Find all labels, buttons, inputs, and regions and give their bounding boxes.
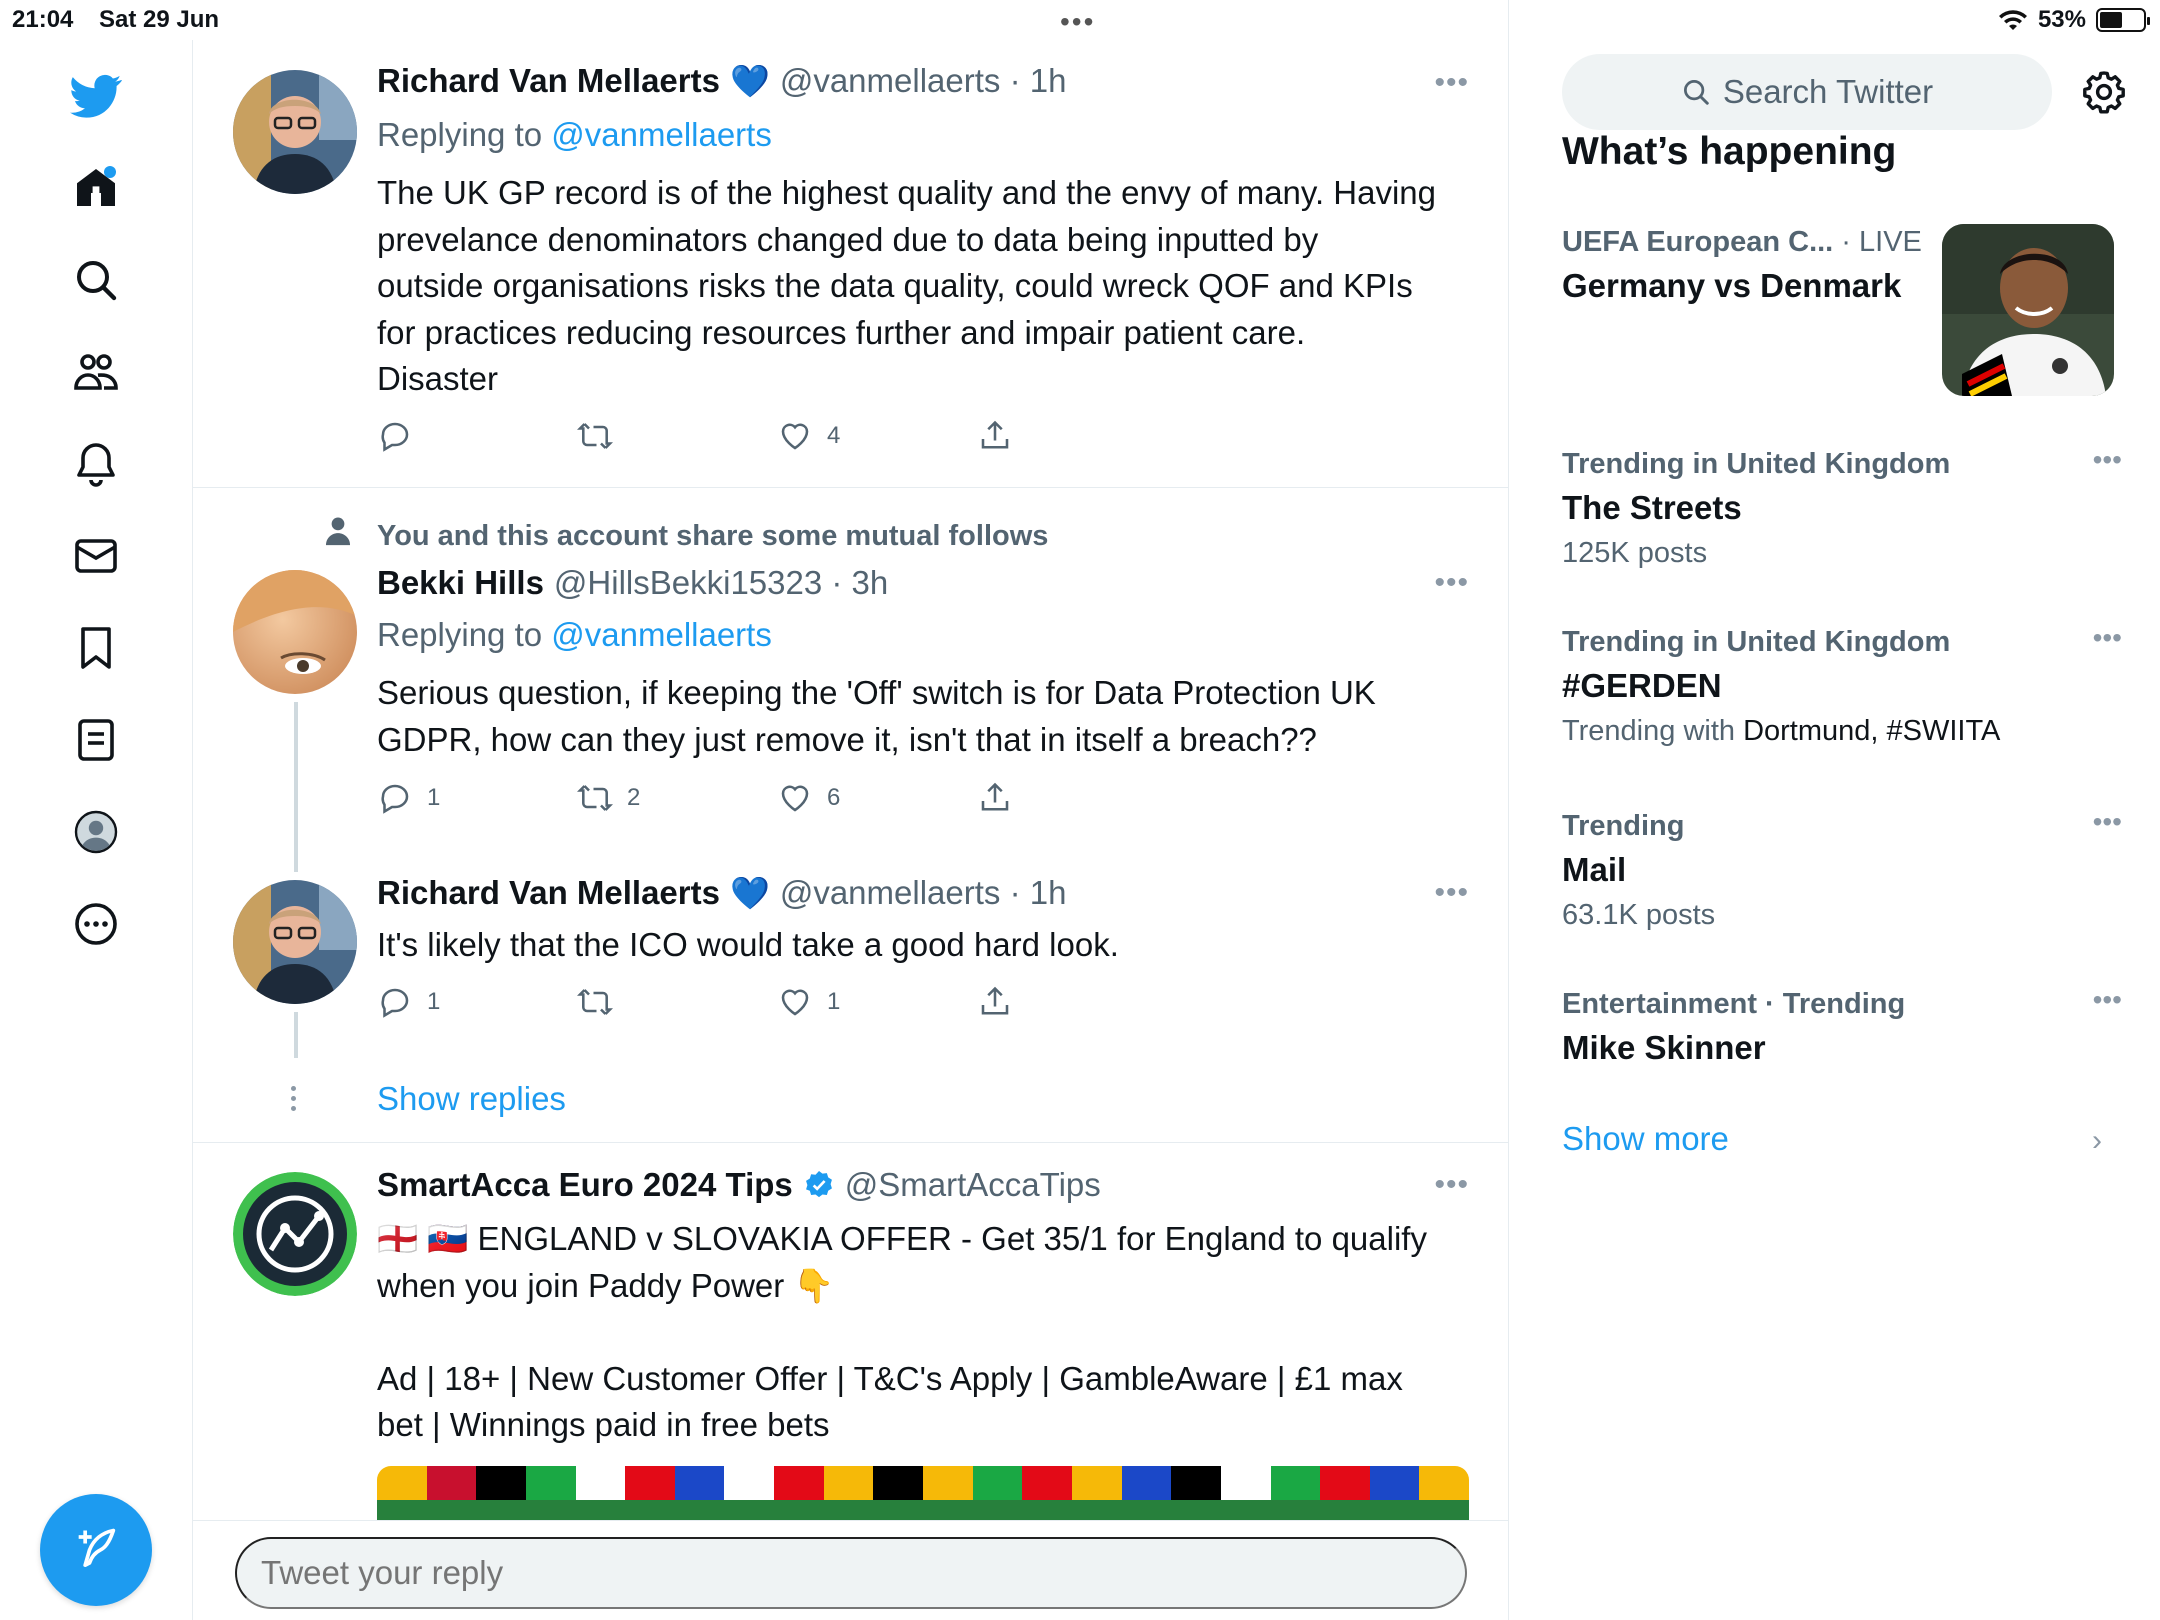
bookmark-icon: [81, 627, 111, 669]
avatar[interactable]: [233, 1172, 357, 1296]
twitter-bird-icon: [70, 74, 122, 118]
flag-stripes: [377, 1466, 1469, 1500]
nav-lists[interactable]: [60, 704, 132, 776]
lists-icon: [78, 719, 114, 761]
chevron-right-icon[interactable]: ›: [2092, 1124, 2102, 1158]
trend-related-prefix: Trending with: [1562, 715, 1744, 747]
trend-more-icon[interactable]: •••: [2093, 806, 2122, 838]
trend-title: #GERDEN: [1562, 667, 1722, 704]
green-strip: [377, 1500, 1469, 1520]
settings-gear-icon[interactable]: [2080, 68, 2128, 116]
trend-meta: Trending in United Kingdom: [1562, 626, 1951, 658]
envelope-icon: [75, 539, 117, 573]
avatar-smartacca-image: [233, 1172, 357, 1296]
tweet-line: 🏴󠁧󠁢󠁥󠁮󠁧󠁿 🇸🇰 ENGLAND v SLOVAKIA OFFER - Ge…: [377, 1220, 1427, 1257]
tweet-ad[interactable]: SmartAcca Euro 2024 Tips @SmartAccaTips …: [193, 0, 1508, 1520]
trend-meta: Entertainment · Trending: [1562, 988, 1906, 1020]
nav-notifications[interactable]: [60, 428, 132, 500]
compose-tweet-button[interactable]: [40, 1494, 152, 1606]
live-category: UEFA European C...: [1562, 226, 1834, 258]
tweet-header: SmartAcca Euro 2024 Tips @SmartAccaTips: [377, 1166, 1101, 1204]
nav-home[interactable]: [60, 152, 132, 224]
communities-icon: [74, 354, 118, 390]
search-icon: [1683, 80, 1709, 105]
tweet-more-icon[interactable]: •••: [1434, 1168, 1469, 1202]
trend-post-count: 125K posts: [1562, 537, 1708, 569]
nav-explore[interactable]: [60, 244, 132, 316]
trend-title: Mike Skinner: [1562, 1029, 1766, 1066]
nav-communities[interactable]: [60, 336, 132, 408]
search-icon: [77, 261, 117, 301]
trend-title: The Streets: [1562, 489, 1742, 526]
author-name[interactable]: SmartAcca Euro 2024 Tips: [377, 1166, 793, 1204]
search-twitter-input[interactable]: Search Twitter: [1562, 54, 2052, 130]
trend-more-icon[interactable]: •••: [2093, 622, 2122, 654]
show-more-link[interactable]: Show more: [1562, 1120, 1729, 1158]
search-placeholder: Search Twitter: [1722, 73, 1934, 110]
trend-post-count: 63.1K posts: [1562, 899, 1716, 931]
trend-item[interactable]: Trending in United Kingdom ••• The Stree…: [1562, 444, 2122, 570]
trend-related: Trending with Dortmund, #SWIITA: [1562, 715, 2122, 748]
compose-feather-icon: [78, 1528, 116, 1568]
trend-item[interactable]: Trending ••• Mail 63.1K posts: [1562, 806, 2122, 932]
profile-avatar-icon: [74, 810, 118, 854]
whats-happening-heading: What’s happening: [1562, 130, 1897, 173]
tweet-line: when you join Paddy Power 👇: [377, 1266, 835, 1304]
nav-messages[interactable]: [60, 520, 132, 592]
ad-media-image[interactable]: [377, 1466, 1469, 1520]
more-circle-icon: [75, 903, 117, 945]
sidebar-nav: [0, 40, 193, 1620]
trend-more-icon[interactable]: •••: [2093, 984, 2122, 1016]
trend-item[interactable]: Entertainment · Trending ••• Mike Skinne…: [1562, 984, 2122, 1067]
author-handle[interactable]: @SmartAccaTips: [845, 1166, 1101, 1204]
status-time: 21:04: [12, 6, 74, 33]
twitter-logo-icon[interactable]: [60, 60, 132, 132]
trend-meta: Trending: [1562, 810, 1685, 842]
bell-icon: [77, 443, 115, 487]
trend-more-icon[interactable]: •••: [2093, 444, 2122, 476]
tweet-line: Ad | 18+ | New Customer Offer | T&C's Ap…: [377, 1359, 1403, 1397]
football-player-image: [1942, 224, 2114, 396]
nav-more[interactable]: [60, 888, 132, 960]
reply-composer-bar: [193, 1520, 1508, 1620]
notification-dot: [104, 166, 116, 178]
nav-profile[interactable]: [60, 796, 132, 868]
trend-title: Mail: [1562, 851, 1627, 888]
nav-bookmarks[interactable]: [60, 612, 132, 684]
tweet-reply-input[interactable]: [235, 1537, 1467, 1609]
trend-item[interactable]: Trending in United Kingdom ••• #GERDEN T…: [1562, 622, 2122, 748]
verified-badge-icon: [805, 1171, 832, 1198]
right-sidebar: Search Twitter What’s happening UEFA Eur…: [1510, 0, 2160, 1620]
live-event-image[interactable]: [1942, 224, 2114, 396]
trend-meta: Trending in United Kingdom: [1562, 448, 1951, 480]
tweet-line: [377, 1309, 1467, 1356]
trend-related-terms[interactable]: Dortmund, #SWIITA: [1743, 715, 2000, 747]
main-timeline: Richard Van Mellaerts 💙 @vanmellaerts · …: [193, 0, 1509, 1620]
live-label: · LIVE: [1833, 226, 1922, 258]
tweet-line: bet | Winnings paid in free bets: [377, 1406, 830, 1443]
tweet-text: 🏴󠁧󠁢󠁥󠁮󠁧󠁿 🇸🇰 ENGLAND v SLOVAKIA OFFER - Ge…: [377, 1216, 1467, 1449]
